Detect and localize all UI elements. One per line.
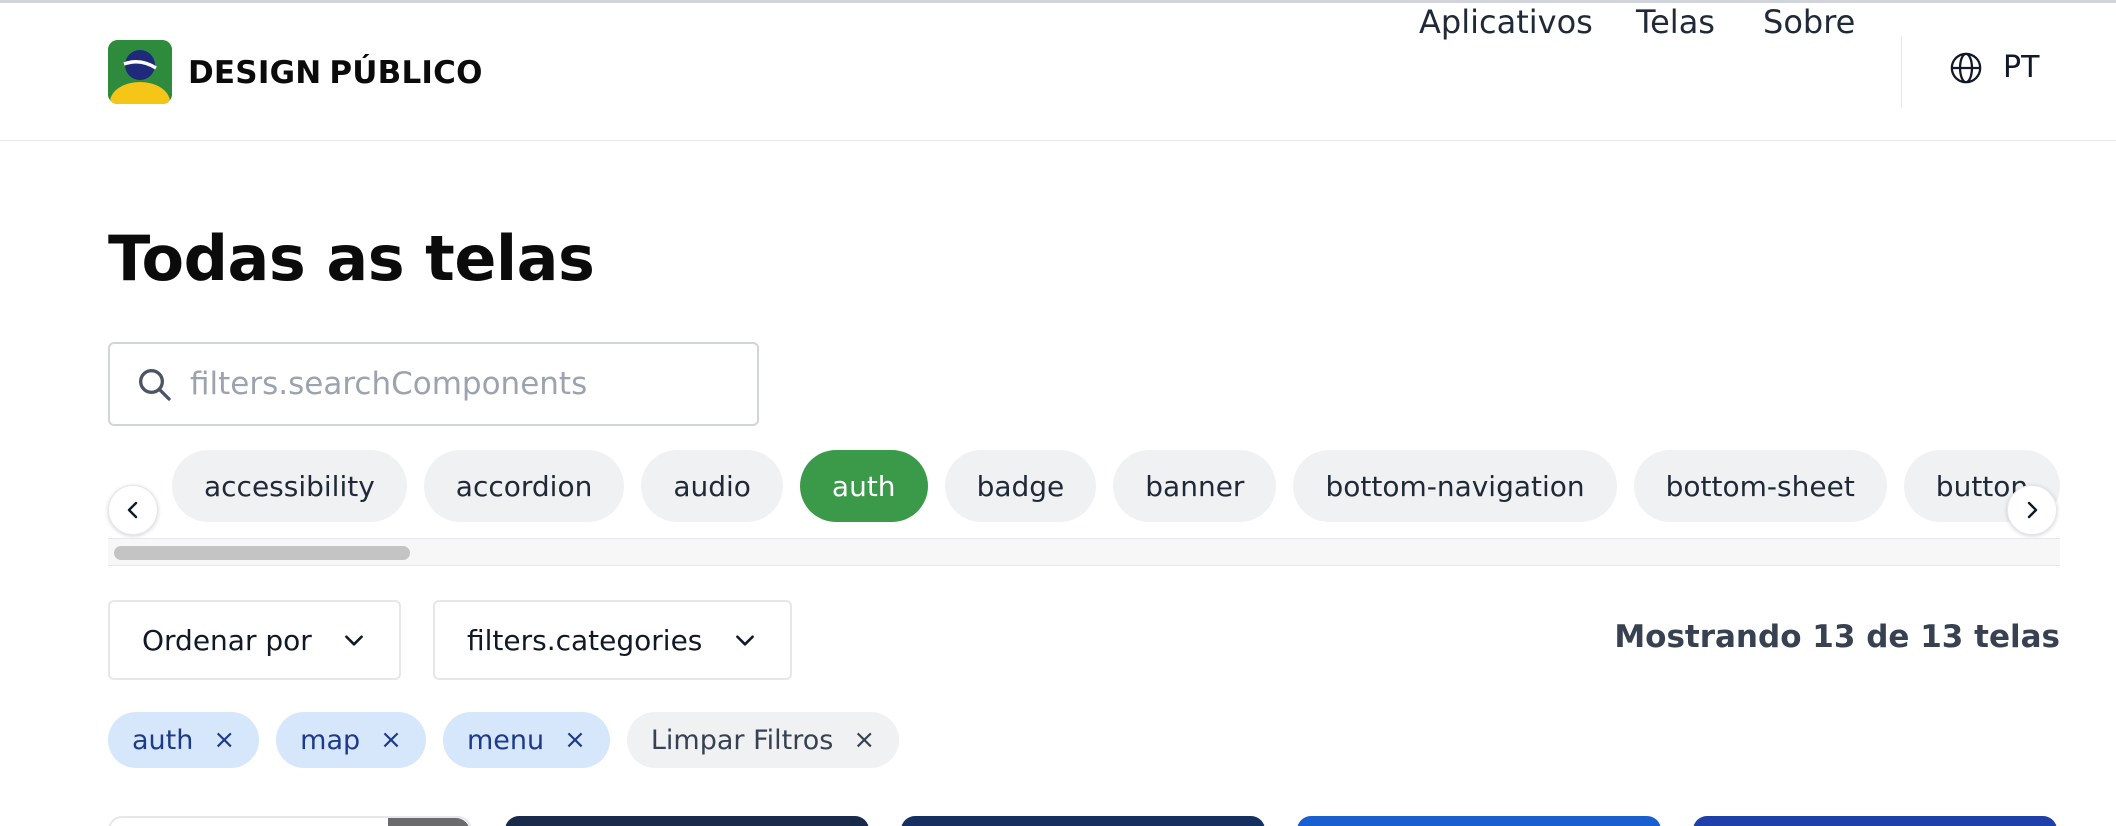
close-icon: × [853, 725, 876, 755]
search-input[interactable] [190, 366, 730, 402]
active-filter-tag-menu[interactable]: menu × [442, 712, 610, 768]
active-filter-tag-auth[interactable]: auth × [108, 712, 260, 768]
screen-card[interactable] [505, 816, 869, 826]
carousel-scrollbar-thumb[interactable] [114, 546, 410, 560]
results-count: Mostrando 13 de 13 telas [1614, 619, 2060, 655]
tag-chip-banner[interactable]: banner [1113, 450, 1277, 522]
nav-link-aplicativos[interactable]: Aplicativos [1419, 3, 1593, 41]
tag-chip-audio[interactable]: audio [641, 450, 783, 522]
categories-dropdown[interactable]: filters.categories [433, 600, 792, 680]
active-filter-tags: auth × map × menu × Limpar Filtros × [108, 712, 900, 768]
brazil-flag-logo-icon [108, 40, 172, 104]
tag-chip-row: accessibility accordion audio auth badge… [172, 450, 2060, 522]
language-label: PT [2003, 50, 2040, 85]
active-filter-tag-map[interactable]: map × [276, 712, 426, 768]
site-header: DESIGN PÚBLICO Aplicativos Telas Sobre PT [0, 3, 2116, 141]
brand-name-bold: DESIGN [188, 55, 322, 91]
brand-logo-link[interactable]: DESIGN PÚBLICO [108, 40, 483, 104]
brand-name-regular: PÚBLICO [329, 55, 483, 91]
nav-link-sobre[interactable]: Sobre [1763, 3, 1855, 41]
close-icon[interactable]: × [564, 727, 586, 753]
search-field[interactable] [108, 342, 759, 426]
clear-filters-label: Limpar Filtros [650, 724, 834, 756]
tag-chip-accessibility[interactable]: accessibility [172, 450, 407, 522]
active-filter-label: map [300, 724, 361, 756]
chevron-down-icon [736, 635, 754, 646]
language-switcher[interactable]: PT [1949, 50, 2039, 85]
carousel-prev-button[interactable] [108, 485, 158, 535]
close-icon[interactable]: × [213, 727, 235, 753]
nav-divider [1901, 36, 1902, 108]
globe-icon [1950, 52, 1982, 83]
categories-dropdown-label: filters.categories [467, 623, 703, 657]
sort-dropdown[interactable]: Ordenar por [108, 600, 401, 680]
clear-filters-button[interactable]: Limpar Filtros × [626, 712, 900, 768]
sort-dropdown-label: Ordenar por [142, 623, 312, 657]
nav-link-telas[interactable]: Telas [1636, 3, 1715, 41]
tag-carousel: accessibility accordion audio auth badge… [108, 448, 2060, 568]
close-icon[interactable]: × [380, 727, 402, 753]
screen-card-thumbnail [388, 818, 470, 826]
carousel-scrollbar[interactable] [108, 538, 2060, 566]
chevron-down-icon [345, 635, 363, 646]
screen-card[interactable] [1693, 816, 2057, 826]
carousel-next-button[interactable] [2007, 485, 2057, 535]
tag-chip-auth[interactable]: auth [799, 450, 928, 522]
screen-card[interactable] [901, 816, 1265, 826]
tag-chip-accordion[interactable]: accordion [423, 450, 625, 522]
tag-chip-bottom-sheet[interactable]: bottom-sheet [1633, 450, 1887, 522]
active-filter-label: auth [132, 724, 194, 756]
tag-chip-badge[interactable]: badge [944, 450, 1097, 522]
chevron-left-icon [127, 501, 138, 519]
tag-chip-bottom-navigation[interactable]: bottom-navigation [1293, 450, 1617, 522]
screen-card[interactable] [108, 816, 472, 826]
screen-card[interactable] [1297, 816, 1661, 826]
chevron-right-icon [2027, 501, 2038, 519]
active-filter-label: menu [466, 724, 545, 756]
page-title: Todas as telas [108, 222, 595, 295]
search-icon [139, 369, 171, 401]
tag-carousel-viewport: accessibility accordion audio auth badge… [108, 448, 2060, 538]
